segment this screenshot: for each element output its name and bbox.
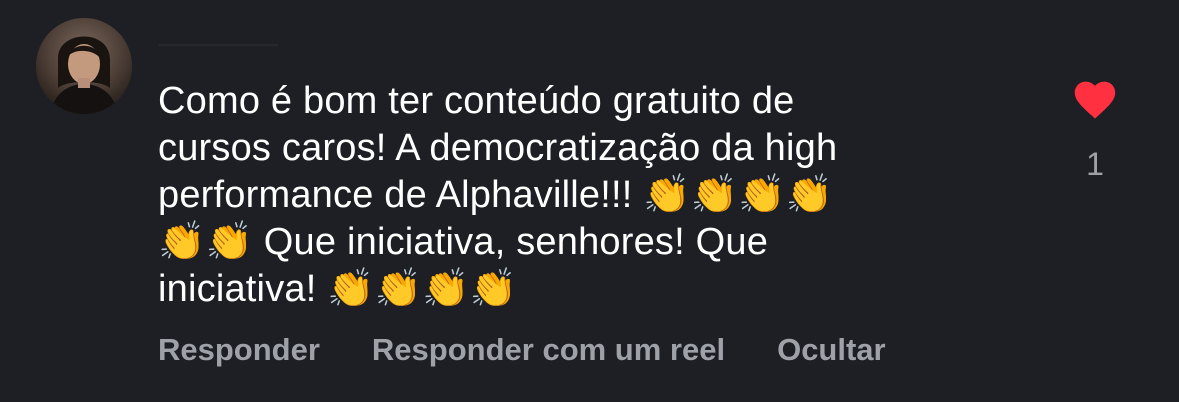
comment-item: Como é bom ter conteúdo gratuito de curs… [0, 0, 1179, 402]
reply-button[interactable]: Responder [158, 332, 320, 368]
comment-text: Como é bom ter conteúdo gratuito de curs… [158, 80, 838, 310]
avatar[interactable] [36, 18, 132, 114]
reply-with-reel-button[interactable]: Responder com um reel [372, 332, 725, 368]
username-placeholder [158, 44, 278, 46]
avatar-image [36, 18, 132, 114]
comment-actions: Responder Responder com um reel Ocultar [158, 332, 886, 368]
like-button[interactable] [1068, 76, 1122, 125]
like-count: 1 [1086, 146, 1104, 182]
heart-icon [1074, 81, 1116, 119]
hide-button[interactable]: Ocultar [777, 332, 886, 368]
